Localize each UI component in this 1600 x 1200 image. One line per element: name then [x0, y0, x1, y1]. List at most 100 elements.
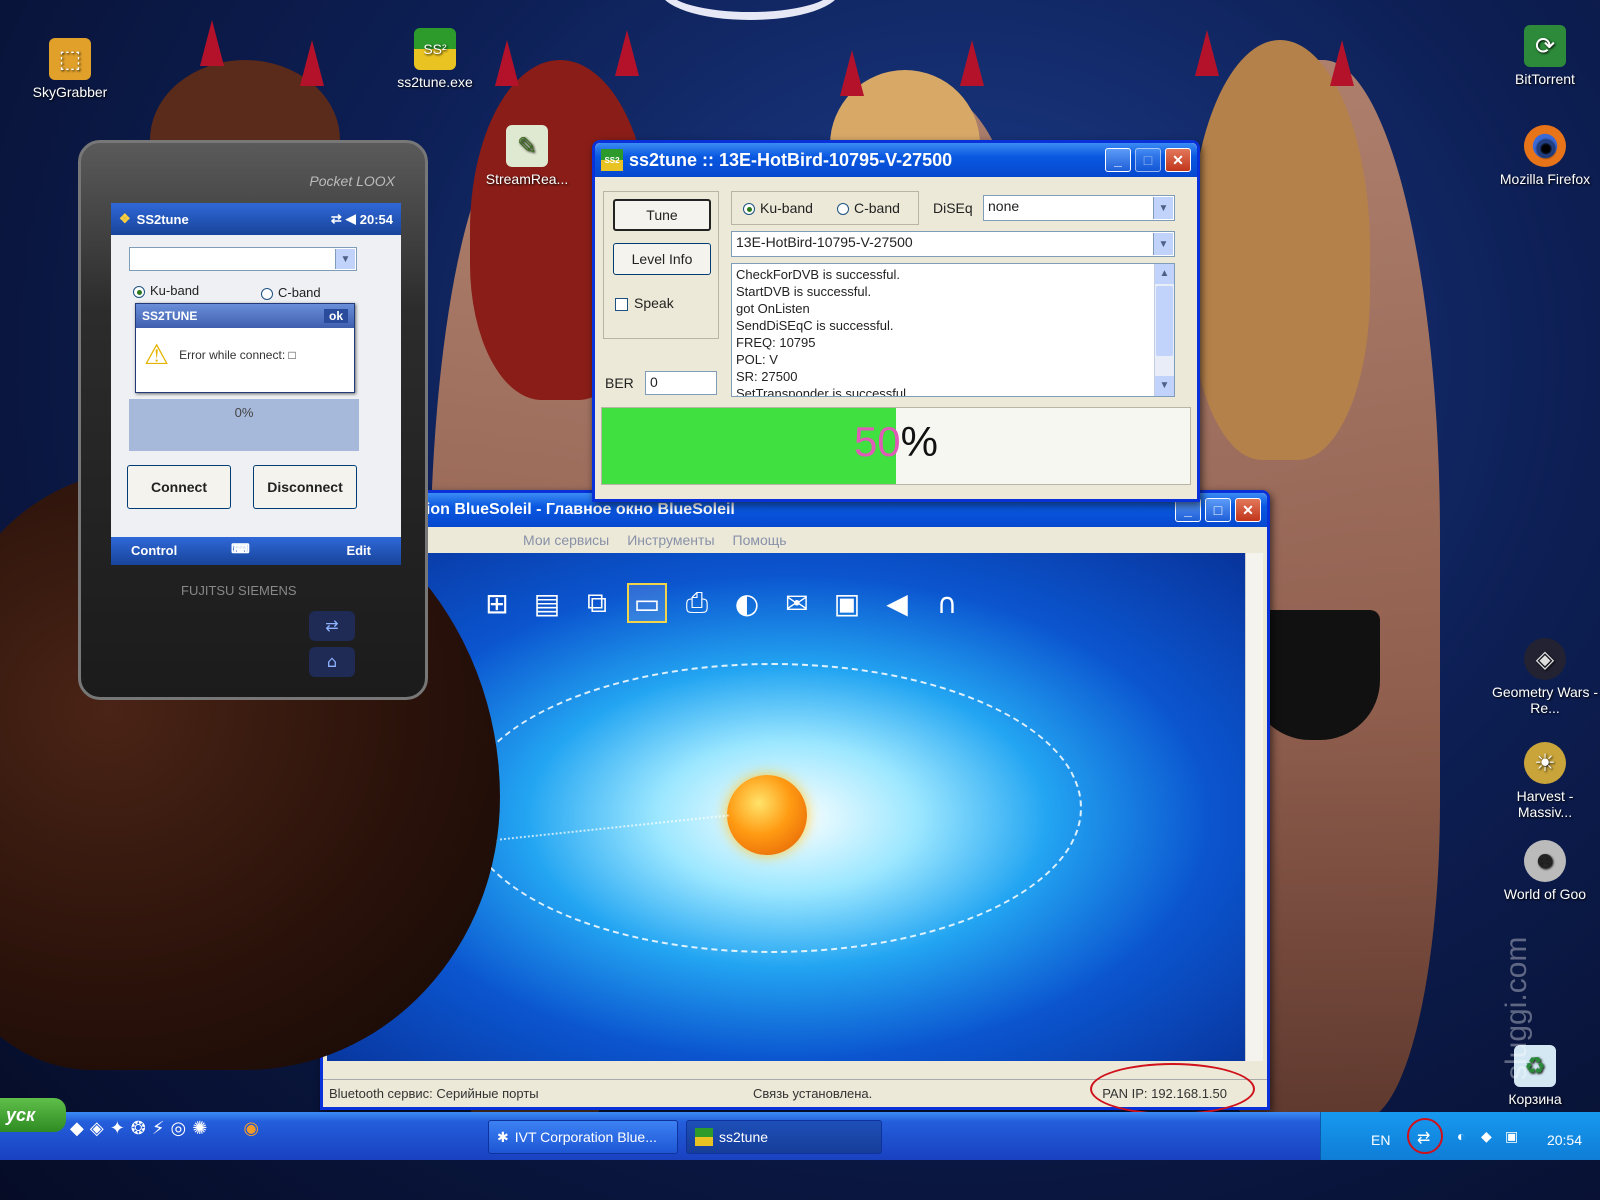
bluesoleil-menubar: Мои сервисы Инструменты Помощь	[323, 527, 1267, 553]
tray-icon[interactable]: ▣	[1505, 1128, 1518, 1145]
window-title: ss2tune :: 13E-HotBird-10795-V-27500	[629, 149, 953, 170]
ku-label: Ku-band	[150, 283, 200, 298]
taskbar-item-bluesoleil[interactable]: ✱ IVT Corporation Blue...	[488, 1120, 678, 1154]
menu-my-services[interactable]: Мои сервисы	[523, 532, 609, 548]
dialog-ok-button[interactable]: ok	[323, 309, 348, 323]
taskbar-item-label: ss2tune	[719, 1129, 769, 1145]
phone-clock: 20:54	[359, 211, 393, 227]
serial-port-icon[interactable]: ▭	[627, 583, 667, 623]
desktop-icon-ss2tune[interactable]: SS² ss2tune.exe	[380, 28, 490, 90]
minimize-button[interactable]: _	[1105, 148, 1131, 172]
close-button[interactable]: ✕	[1165, 148, 1191, 172]
desktop-icon-label: Mozilla Firefox	[1499, 171, 1591, 187]
ber-field[interactable]: 0	[645, 371, 717, 395]
keyboard-icon[interactable]: ⌨	[231, 541, 250, 557]
desktop-icon-streamreader[interactable]: ✎ StreamRea...	[472, 125, 582, 187]
language-indicator[interactable]: EN	[1371, 1132, 1390, 1148]
phone-transponder-select[interactable]: ▼	[129, 247, 357, 271]
phone-hw-button-2[interactable]: ⌂	[309, 647, 355, 677]
bluetooth-status-icon[interactable]: ⇄	[331, 211, 342, 227]
tray-icon[interactable]: ◆	[1481, 1128, 1492, 1145]
scroll-up-icon[interactable]: ▲	[1155, 264, 1174, 284]
softkey-control[interactable]: Control	[131, 543, 177, 558]
desktop-icon-harvest[interactable]: ☀ Harvest - Massiv...	[1490, 742, 1600, 820]
desktop-icon-geometry-wars[interactable]: ◈ Geometry Wars - Re...	[1490, 638, 1600, 716]
document-icon[interactable]: ▤	[527, 583, 567, 623]
lan-icon[interactable]: ⧉	[577, 583, 617, 623]
network-icon[interactable]: ⊞	[477, 583, 517, 623]
softkey-edit[interactable]: Edit	[346, 543, 371, 558]
local-device-sun[interactable]	[727, 775, 807, 855]
printer-icon[interactable]: ⎙	[677, 583, 717, 623]
bluesoleil-scrollbar[interactable]	[1245, 553, 1263, 1061]
quicklaunch-app-icon[interactable]: ◎	[171, 1118, 187, 1148]
speaker-icon[interactable]: ◀	[877, 583, 917, 623]
phone-progress: 0%	[129, 399, 359, 451]
quicklaunch-app-icon[interactable]: ◆	[70, 1118, 84, 1148]
desktop-icon-skygrabber[interactable]: ⬚ SkyGrabber	[15, 38, 125, 100]
firefox-taskbar-icon[interactable]: ◉	[243, 1118, 259, 1148]
system-tray: EN ⇄ ◐ ◆ ▣ 20:54	[1320, 1112, 1600, 1160]
phone-hw-button-1[interactable]: ⇄	[309, 611, 355, 641]
transponder-select[interactable]: 13E-HotBird-10795-V-27500 ▼	[731, 231, 1175, 257]
phone-app-title: SS2tune	[136, 211, 189, 227]
windows-flag-icon[interactable]: ❖	[119, 211, 131, 227]
taskbar-item-ss2tune[interactable]: ss2tune	[686, 1120, 882, 1154]
scroll-thumb[interactable]	[1156, 286, 1173, 356]
error-dialog: SS2TUNE ok ⚠ Error while connect: □	[135, 303, 355, 393]
maximize-button[interactable]: □	[1135, 148, 1161, 172]
dialog-body: ⚠ Error while connect: □	[136, 328, 354, 381]
diseq-select[interactable]: none ▼	[983, 195, 1175, 221]
fax-icon[interactable]: ✉	[777, 583, 817, 623]
phone-ku-radio[interactable]: Ku-band	[133, 283, 199, 298]
clock[interactable]: 20:54	[1547, 1132, 1582, 1148]
chevron-down-icon[interactable]: ▼	[1153, 197, 1173, 219]
start-button[interactable]: уск	[0, 1098, 66, 1132]
log-scrollbar[interactable]: ▲ ▼	[1154, 264, 1174, 396]
quicklaunch-app-icon[interactable]: ✦	[110, 1118, 125, 1148]
maximize-button[interactable]: □	[1205, 498, 1231, 522]
mouse-icon[interactable]: ◐	[727, 583, 767, 623]
scroll-down-icon[interactable]: ▼	[1155, 376, 1174, 396]
ss2tune-titlebar[interactable]: SS2 ss2tune :: 13E-HotBird-10795-V-27500…	[595, 143, 1197, 177]
speak-checkbox[interactable]: Speak	[615, 295, 674, 311]
chevron-down-icon[interactable]: ▼	[1153, 233, 1173, 255]
bittorrent-icon: ⟳	[1524, 25, 1566, 67]
chevron-down-icon[interactable]: ▼	[335, 249, 355, 269]
pan-ip-highlight-circle	[1090, 1063, 1255, 1115]
desktop-icon-firefox[interactable]: ◉ Mozilla Firefox	[1490, 125, 1600, 187]
start-label: уск	[6, 1104, 36, 1125]
volume-icon[interactable]: ◀	[346, 211, 356, 227]
phone-c-radio[interactable]: C-band	[261, 285, 321, 300]
menu-tools[interactable]: Инструменты	[627, 532, 714, 548]
signal-progress-bar: 50%	[601, 407, 1191, 485]
desktop-icon-bittorrent[interactable]: ⟳ BitTorrent	[1490, 25, 1600, 87]
desktop-icon-world-of-goo[interactable]: ☻ World of Goo	[1490, 840, 1600, 902]
close-button[interactable]: ✕	[1235, 498, 1261, 522]
c-band-radio[interactable]: C-band	[837, 200, 900, 216]
tune-button[interactable]: Tune	[613, 199, 711, 231]
ss2tune-icon: SS²	[414, 28, 456, 70]
menu-help[interactable]: Помощь	[733, 532, 787, 548]
bluetooth-icon: ✱	[497, 1128, 509, 1145]
c-band-label: C-band	[854, 200, 900, 216]
tray-icon[interactable]: ◐	[1457, 1128, 1465, 1144]
quicklaunch-app-icon[interactable]: ❂	[131, 1118, 146, 1148]
log-line: StartDVB is successful.	[736, 284, 872, 299]
log-line: POL: V	[736, 352, 778, 367]
status-service: Bluetooth сервис: Серийные порты	[329, 1086, 539, 1101]
ku-band-radio[interactable]: Ku-band	[743, 200, 813, 216]
level-info-button[interactable]: Level Info	[613, 243, 711, 275]
disconnect-button[interactable]: Disconnect	[253, 465, 357, 509]
quicklaunch-app-icon[interactable]: ◈	[90, 1118, 104, 1148]
log-line: FREQ: 10795	[736, 335, 816, 350]
camera-icon[interactable]: ▣	[827, 583, 867, 623]
log-textarea[interactable]: CheckForDVB is successful. StartDVB is s…	[731, 263, 1175, 397]
quicklaunch-app-icon[interactable]: ⚡	[152, 1118, 165, 1148]
quicklaunch-app-icon[interactable]: ✺	[192, 1118, 207, 1148]
desktop-icon-label: World of Goo	[1503, 886, 1587, 902]
connect-button[interactable]: Connect	[127, 465, 231, 509]
headphones-icon[interactable]: ∩	[927, 583, 967, 623]
world-of-goo-icon: ☻	[1524, 840, 1566, 882]
log-line: got OnListen	[736, 301, 810, 316]
